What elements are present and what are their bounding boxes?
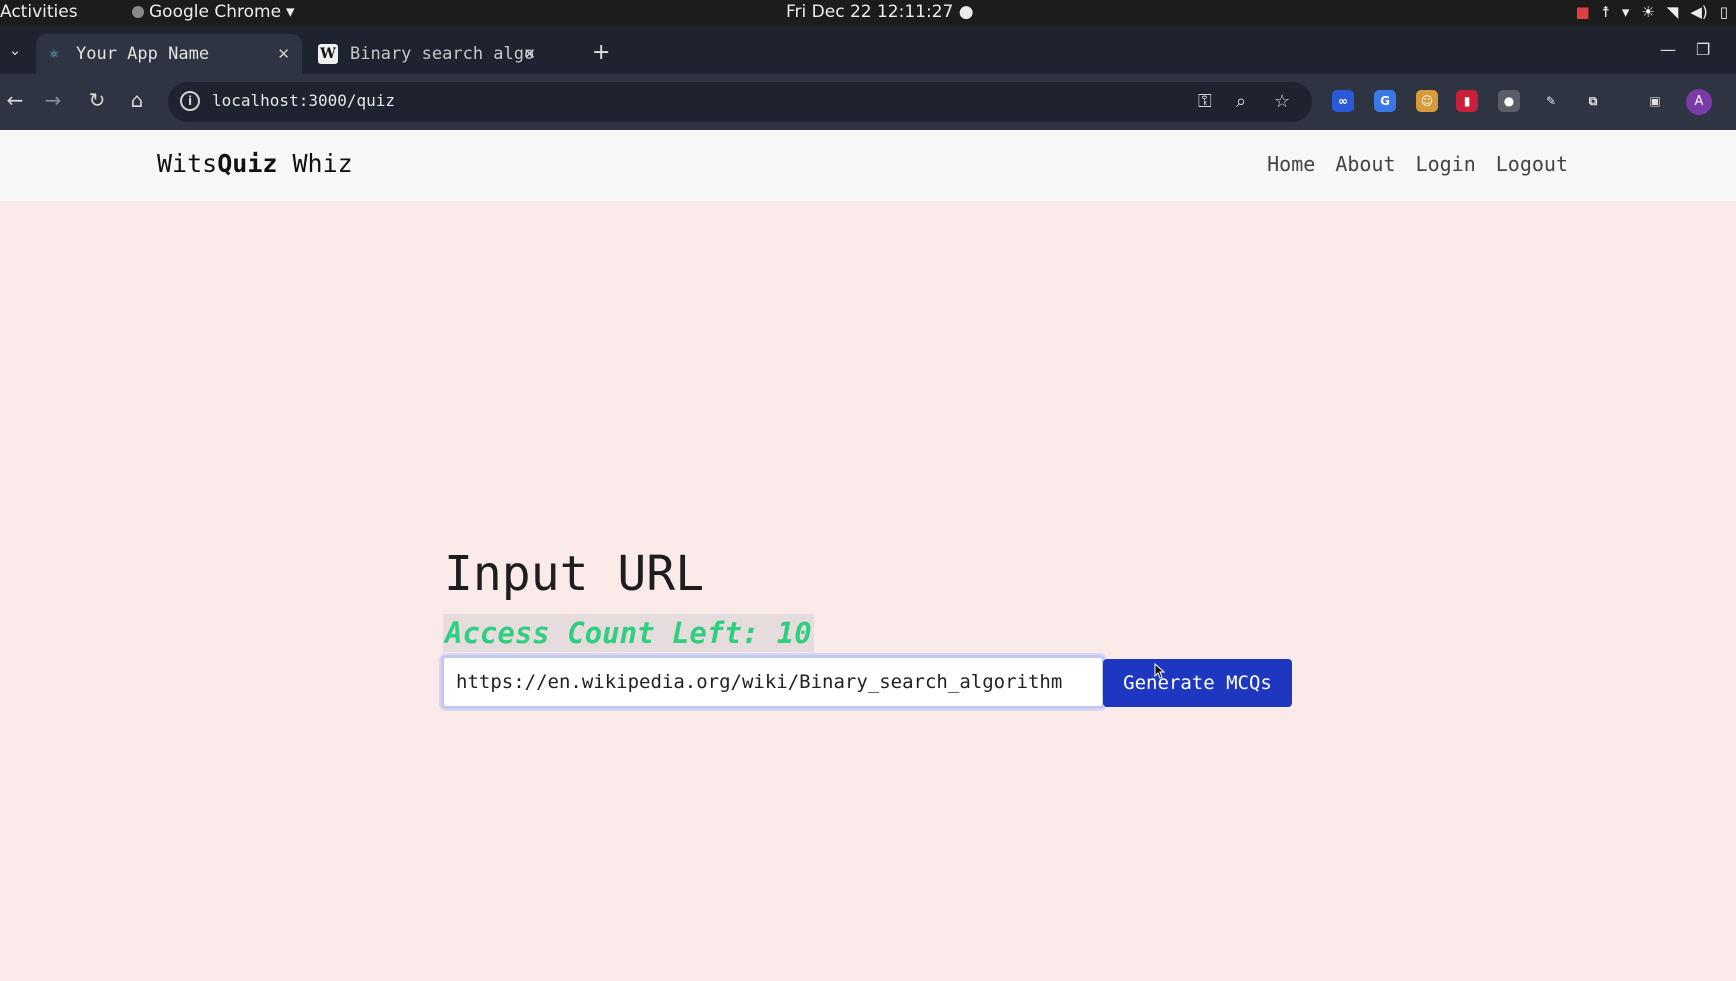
clock-text: Fri Dec 22 12:11:27 bbox=[786, 2, 954, 22]
app-menu[interactable]: Google Chrome ▾ bbox=[132, 2, 295, 22]
tab-binary-search[interactable]: W Binary search algo ✕ bbox=[312, 34, 572, 74]
address-text[interactable]: localhost:3000/quiz bbox=[212, 91, 395, 110]
generate-mcqs-button[interactable]: Generate MCQs bbox=[1103, 659, 1292, 707]
mouse-cursor-icon bbox=[1154, 663, 1166, 679]
nav-login[interactable]: Login bbox=[1416, 152, 1476, 176]
reload-icon[interactable]: ↻ bbox=[84, 88, 110, 112]
page-title: Input URL bbox=[444, 546, 705, 602]
google-translate-icon[interactable]: G bbox=[1374, 90, 1396, 112]
restore-icon[interactable]: ❐ bbox=[1696, 40, 1710, 59]
extension-face-icon[interactable]: ☺ bbox=[1416, 90, 1438, 112]
screen-record-icon: ■ bbox=[1575, 3, 1590, 21]
brightness-icon: ☀ bbox=[1641, 3, 1655, 21]
chevron-down-icon: ▾ bbox=[286, 2, 295, 22]
volume-icon: ◀) bbox=[1690, 3, 1708, 21]
password-key-icon[interactable]: ⚿ bbox=[1198, 91, 1212, 112]
nav-logout[interactable]: Logout bbox=[1496, 152, 1568, 176]
access-count-label: Access Count Left: 10 bbox=[443, 614, 814, 652]
system-tray[interactable]: ■ ☨ ▾ ☀ ◥ ◀) ▯ bbox=[1575, 3, 1728, 21]
tab-strip: ⌄ ⚛ Your App Name ✕ W Binary search algo… bbox=[0, 26, 1736, 74]
nav-links: Home About Login Logout bbox=[1267, 152, 1568, 176]
pin-icon[interactable]: ✎ bbox=[1540, 90, 1562, 112]
web-page: WitsQuiz Whiz Home About Login Logout In… bbox=[0, 130, 1736, 981]
address-bar[interactable]: i localhost:3000/quiz ⚿ ⌕ ☆ bbox=[168, 82, 1312, 122]
url-input[interactable] bbox=[444, 658, 1102, 706]
chevron-down-icon: ▾ bbox=[1621, 3, 1630, 21]
back-icon[interactable]: ← bbox=[2, 88, 28, 112]
clock[interactable]: Fri Dec 22 12:11:27 ● bbox=[786, 2, 974, 22]
wifi-icon: ◥ bbox=[1666, 3, 1679, 21]
brand-bold: Quiz bbox=[217, 149, 278, 178]
system-top-bar: Activities Google Chrome ▾ Fri Dec 22 12… bbox=[0, 0, 1736, 26]
extension-gray-icon[interactable]: ● bbox=[1498, 90, 1520, 112]
bookmark-star-icon[interactable]: ☆ bbox=[1274, 91, 1290, 112]
tab-title: Your App Name bbox=[76, 44, 210, 64]
tab-title: Binary search algo bbox=[350, 44, 535, 64]
home-icon[interactable]: ⌂ bbox=[124, 88, 150, 112]
battery-icon: ▯ bbox=[1719, 3, 1728, 21]
site-navbar: WitsQuiz Whiz Home About Login Logout bbox=[0, 130, 1736, 201]
extensions-puzzle-icon[interactable]: ⧉ bbox=[1582, 90, 1604, 112]
url-input-wrapper bbox=[441, 655, 1105, 709]
minimize-icon[interactable]: — bbox=[1660, 40, 1676, 59]
chrome-icon bbox=[132, 6, 144, 18]
wikipedia-icon: W bbox=[318, 44, 338, 64]
tab-search-icon[interactable]: ⌄ bbox=[2, 34, 28, 66]
forward-icon[interactable]: → bbox=[40, 88, 66, 112]
close-tab-icon[interactable]: ✕ bbox=[277, 45, 290, 63]
tab-your-app-name[interactable]: ⚛ Your App Name ✕ bbox=[36, 34, 302, 74]
browser-toolbar: ← → ↻ ⌂ i localhost:3000/quiz ⚿ ⌕ ☆ ∞ G … bbox=[0, 74, 1736, 130]
side-panel-icon[interactable]: ▣ bbox=[1644, 90, 1666, 112]
accessibility-icon: ☨ bbox=[1601, 3, 1610, 21]
close-tab-icon[interactable]: ✕ bbox=[523, 45, 536, 63]
nav-home[interactable]: Home bbox=[1267, 152, 1315, 176]
site-brand[interactable]: WitsQuiz Whiz bbox=[157, 149, 353, 178]
brand-prefix: Wits bbox=[157, 149, 218, 178]
extension-chart-icon[interactable]: ▮ bbox=[1456, 90, 1478, 112]
site-info-icon[interactable]: i bbox=[180, 91, 200, 111]
new-tab-icon[interactable]: + bbox=[592, 40, 610, 65]
app-menu-label: Google Chrome bbox=[149, 2, 282, 22]
react-icon: ⚛ bbox=[49, 46, 59, 62]
brand-suffix: Whiz bbox=[277, 149, 353, 178]
nav-about[interactable]: About bbox=[1335, 152, 1395, 176]
zoom-icon[interactable]: ⌕ bbox=[1236, 91, 1246, 112]
extension-infinity-icon[interactable]: ∞ bbox=[1332, 90, 1354, 112]
profile-avatar[interactable]: A bbox=[1686, 89, 1712, 115]
activities-button[interactable]: Activities bbox=[0, 2, 78, 22]
